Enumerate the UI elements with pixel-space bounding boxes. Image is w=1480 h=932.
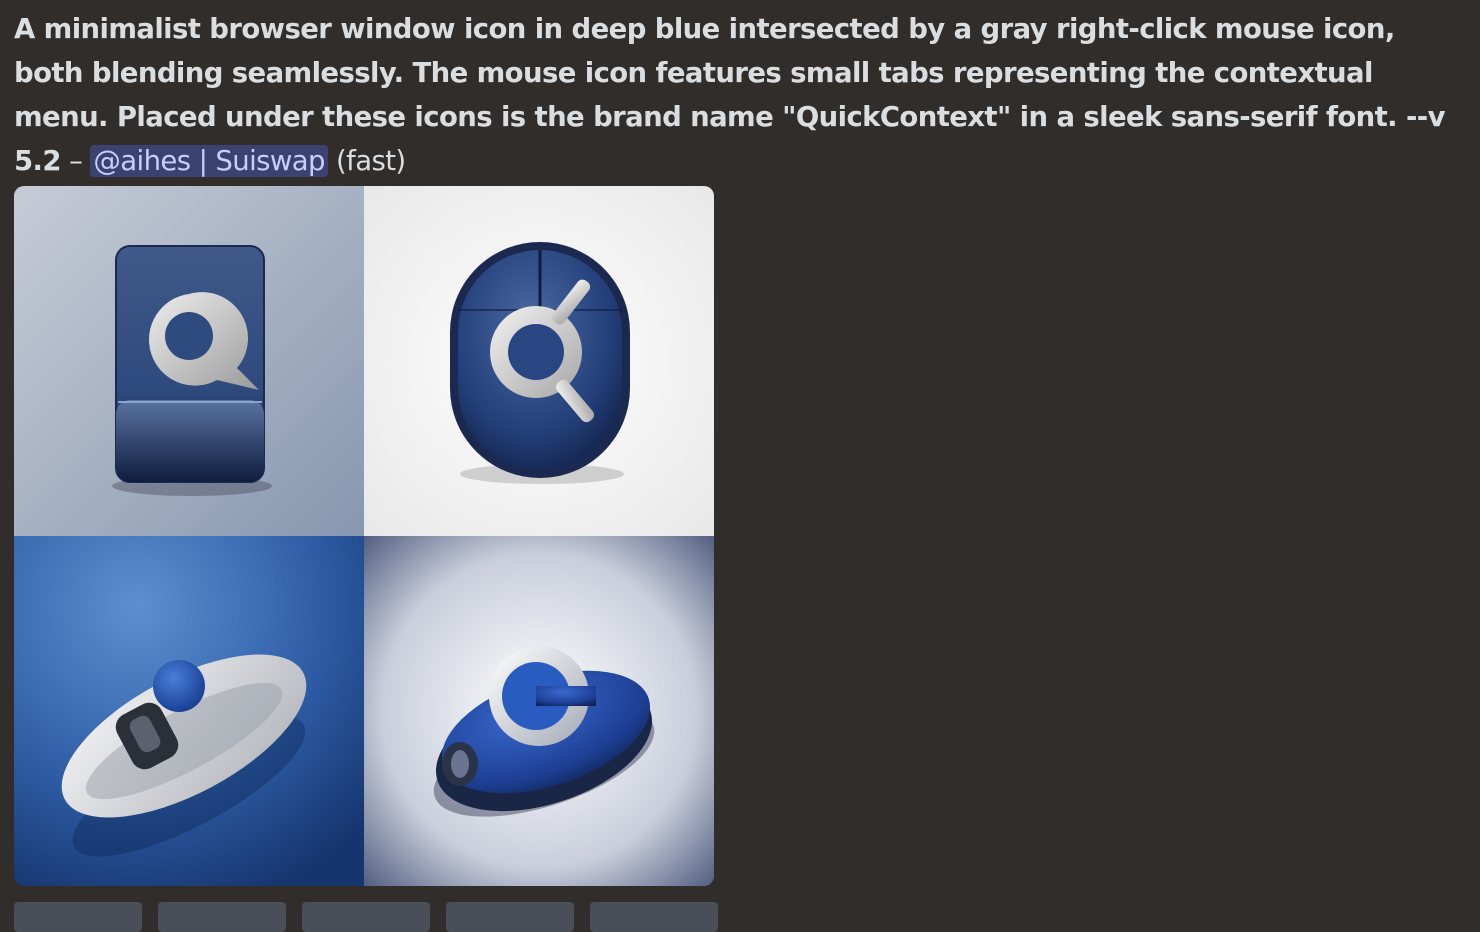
image-tile-1[interactable] bbox=[14, 186, 364, 536]
image-grid[interactable] bbox=[14, 186, 714, 886]
image-tile-4[interactable] bbox=[364, 536, 714, 886]
image-tile-2[interactable] bbox=[364, 186, 714, 536]
blue-mouse-c-icon bbox=[364, 536, 714, 886]
previous-line-fragment bbox=[14, 0, 104, 4]
image-tile-3[interactable] bbox=[14, 536, 364, 886]
upscale-button-4[interactable] bbox=[446, 902, 574, 932]
speed-label: (fast) bbox=[336, 145, 406, 177]
separator: – bbox=[69, 145, 83, 177]
user-mention[interactable]: @aihes | Suiswap bbox=[90, 145, 328, 177]
browser-window-q-icon bbox=[14, 186, 364, 536]
reroll-button[interactable] bbox=[590, 902, 718, 932]
upscale-button-3[interactable] bbox=[302, 902, 430, 932]
upscale-button-2[interactable] bbox=[158, 902, 286, 932]
silver-mouse-icon bbox=[14, 536, 364, 886]
message-content: A minimalist browser window icon in deep… bbox=[14, 7, 1454, 183]
mouse-q-icon bbox=[364, 186, 714, 536]
upscale-button-1[interactable] bbox=[14, 902, 142, 932]
